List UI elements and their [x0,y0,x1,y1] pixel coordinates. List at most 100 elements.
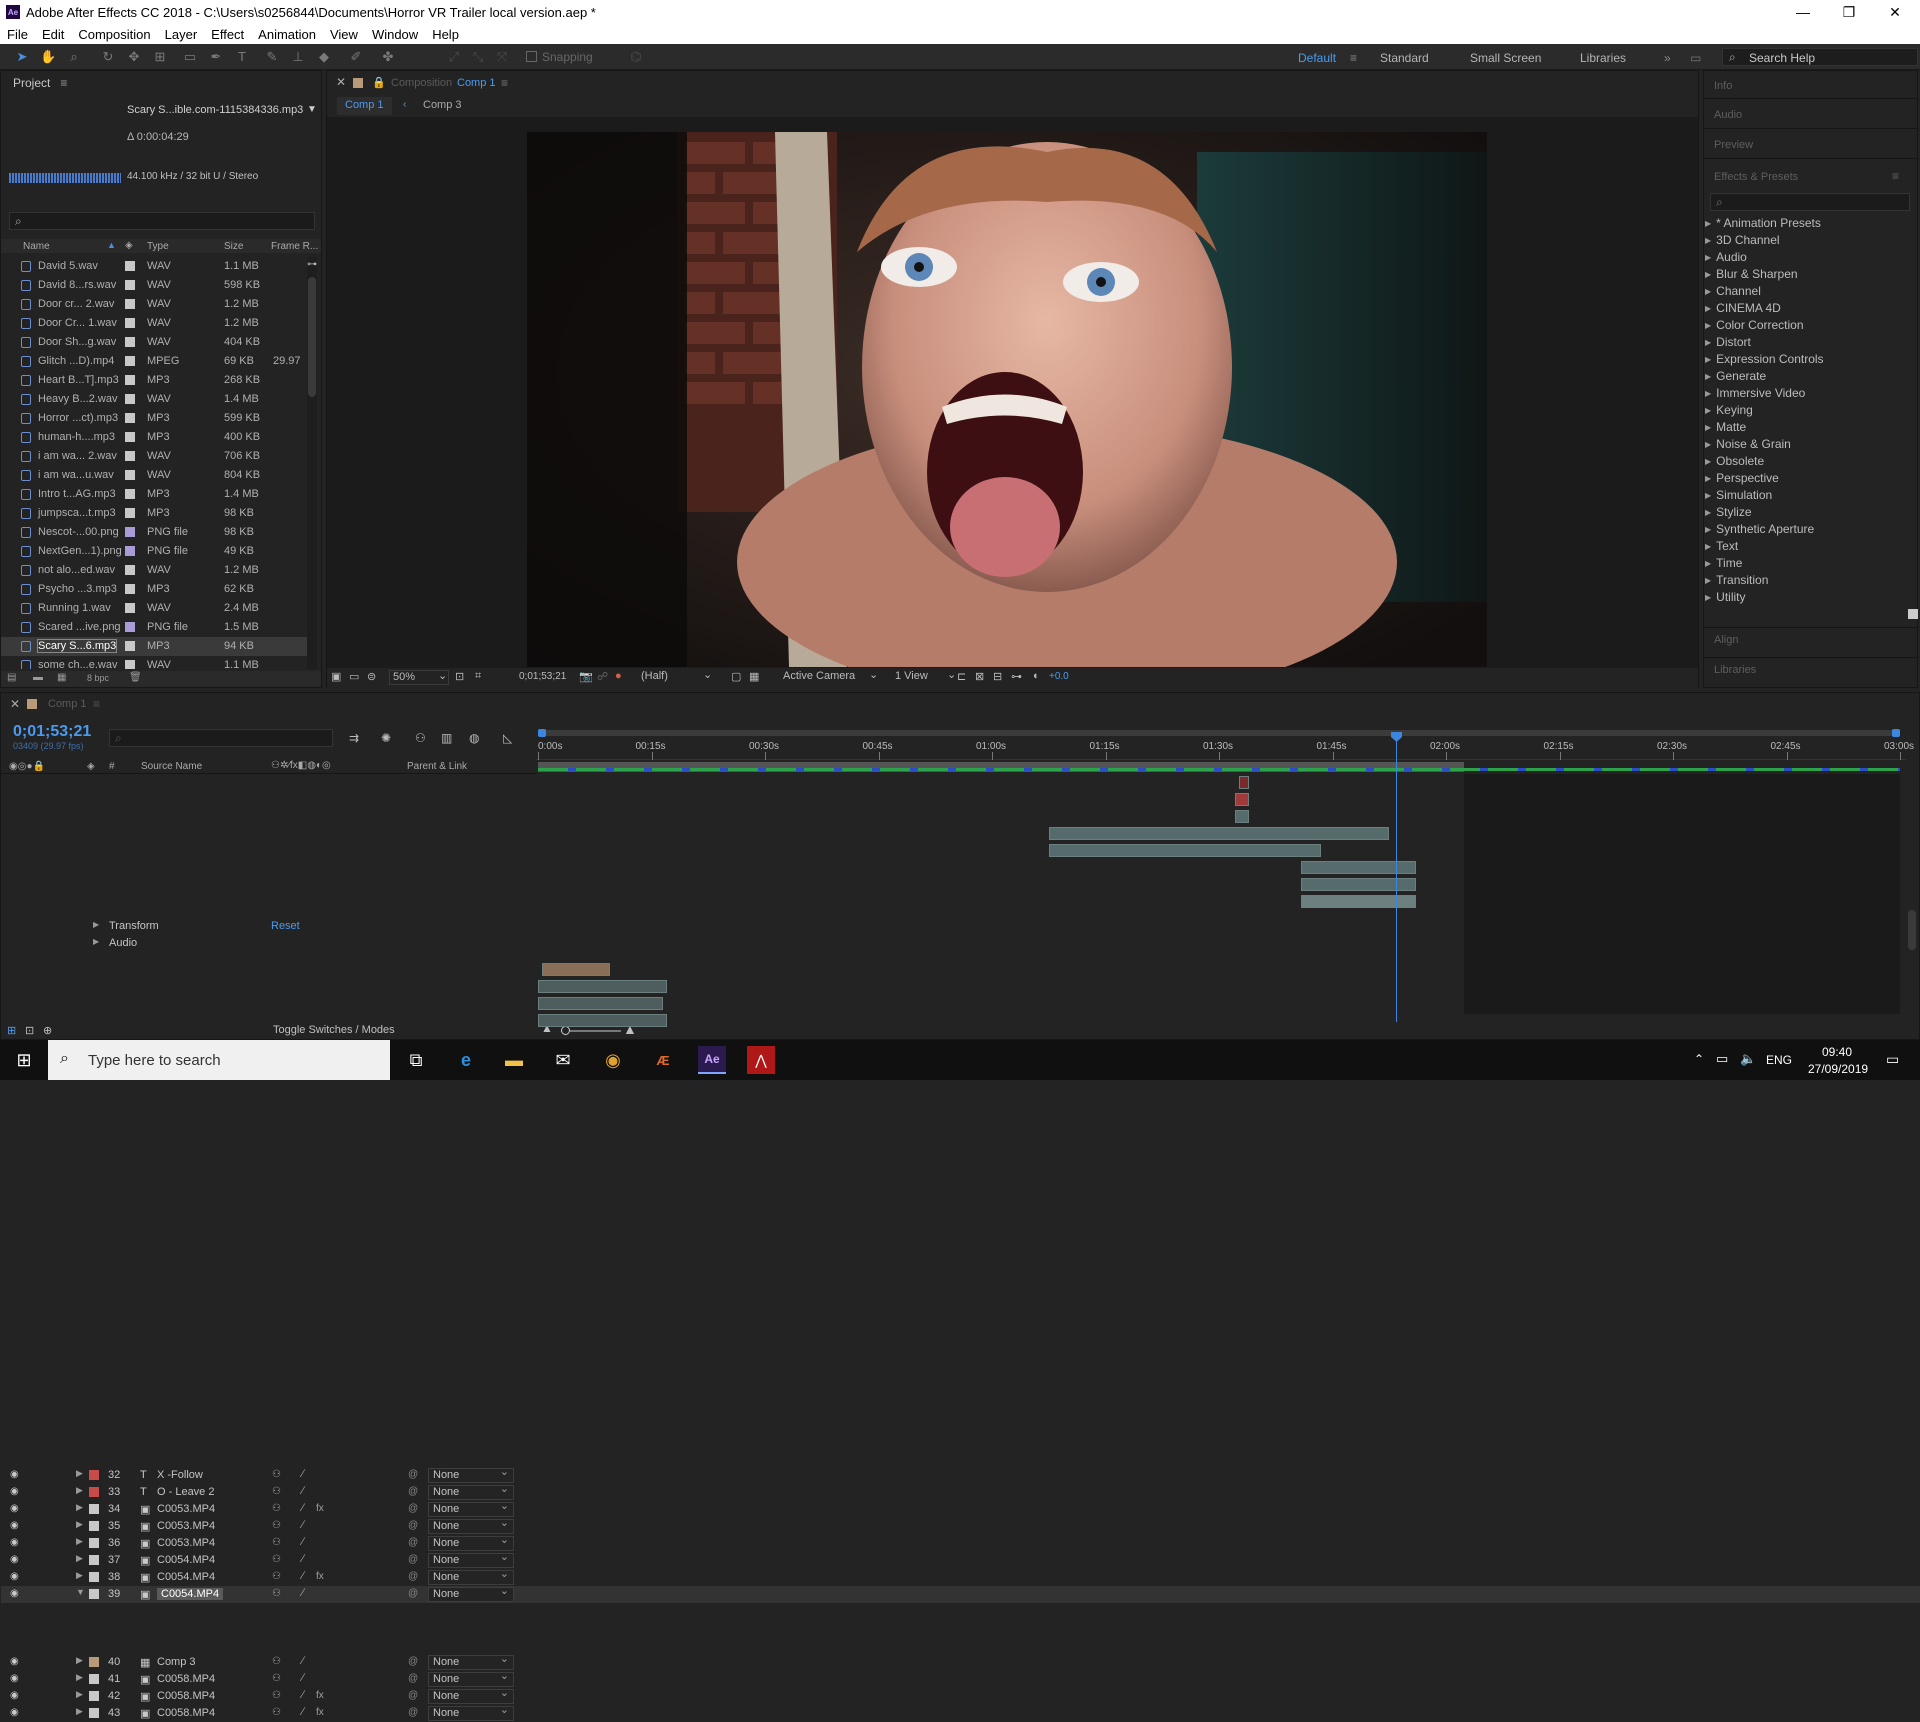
column-name[interactable]: Name [23,241,50,252]
label-swatch[interactable] [125,432,135,442]
timeline-layer-row[interactable]: ◉ ▶ 33 T O - Leave 2 ⚇ ∕ @ None [1,1483,1920,1501]
mask-visibility-icon[interactable]: ⊜ [367,670,376,683]
navigator-start-handle[interactable] [538,729,546,737]
task-view-icon[interactable]: ⧉ [402,1046,430,1074]
project-item[interactable]: Heart B...T].mp3 MP3 268 KB [1,371,307,390]
effects-category[interactable]: Simulation [1705,488,1772,502]
layer-name[interactable]: C0053.MP4 [157,1503,215,1515]
shy-switch-icon[interactable]: ⚇ [272,1707,281,1718]
type-tool-icon[interactable]: T [234,49,250,65]
layer-name[interactable]: C0058.MP4 [157,1707,215,1719]
fx-switch-icon[interactable]: fx [316,1707,324,1718]
lock-icon[interactable]: 🔒 [372,76,386,89]
transfer-controls-icon[interactable]: ⊡ [25,1024,34,1037]
rectangle-tool-icon[interactable]: ▭ [182,49,198,65]
effects-category[interactable]: Color Correction [1705,318,1803,332]
project-item[interactable]: Psycho ...3.mp3 MP3 62 KB [1,580,307,599]
effects-category[interactable]: Noise & Grain [1705,437,1791,451]
parent-select[interactable]: None [428,1534,514,1551]
chrome-icon[interactable]: ◉ [599,1046,627,1074]
project-item[interactable]: Heavy B...2.wav WAV 1.4 MB [1,390,307,409]
file-explorer-icon[interactable]: ▬ [500,1046,528,1074]
expand-arrow-icon[interactable]: ▶ [76,1570,83,1581]
workspace-libraries[interactable]: Libraries [1580,51,1626,65]
view-layout-select[interactable]: 1 View ⌄ [893,669,959,685]
workspace-standard[interactable]: Standard [1380,51,1429,65]
sort-ascending-icon[interactable]: ▲ [107,240,116,250]
av-features-icon[interactable]: ◉◎●🔒 [9,761,45,772]
label-swatch[interactable] [125,546,135,556]
label-swatch[interactable] [125,565,135,575]
fx-switch-icon[interactable]: fx [316,1690,324,1701]
graph-editor-icon[interactable]: ◺ [503,731,512,745]
composition-name[interactable]: Comp 1 [457,77,496,89]
layer-name[interactable]: C0053.MP4 [157,1537,215,1549]
quality-switch-icon[interactable]: ∕ [302,1672,304,1684]
parent-pickwhip-icon[interactable]: @ [408,1656,418,1667]
transparency-grid-icon[interactable]: ▦ [749,670,759,683]
effects-category[interactable]: CINEMA 4D [1705,301,1781,315]
snapshot-icon[interactable]: 📷 [579,670,593,683]
parent-pickwhip-icon[interactable]: @ [408,1554,418,1565]
composition-mini-flowchart-icon[interactable]: ⇉ [349,731,359,745]
shy-switch-icon[interactable]: ⚇ [272,1537,281,1548]
parent-pickwhip-icon[interactable]: @ [408,1537,418,1548]
tab-comp-3[interactable]: Comp 3 [423,99,462,111]
quality-switch-icon[interactable]: ∕ [302,1502,304,1514]
effects-category[interactable]: Distort [1705,335,1751,349]
switches-column-icons[interactable]: ⚇✲∕fx◧◍◐◎ [271,760,331,771]
chevron-up-icon[interactable]: ⌃ [1694,1052,1704,1066]
fx-switch-icon[interactable]: fx [316,1503,324,1514]
close-panel-icon[interactable]: ✕ [10,697,20,711]
quality-switch-icon[interactable]: ∕ [302,1587,304,1599]
layer-label-swatch[interactable] [89,1538,99,1548]
timeline-layer-row[interactable]: ◉ ▶ 40 ▦ Comp 3 ⚇ ∕ @ None [1,1653,1920,1671]
snapping-checkbox[interactable] [526,51,537,62]
expand-arrow-icon[interactable]: ▶ [76,1502,83,1513]
effects-category[interactable]: Perspective [1705,471,1779,485]
quality-switch-icon[interactable]: ∕ [302,1485,304,1497]
parent-select[interactable]: None [428,1551,514,1568]
effects-category[interactable]: Blur & Sharpen [1705,267,1797,281]
project-item[interactable]: not alo...ed.wav WAV 1.2 MB [1,561,307,580]
menu-file[interactable]: File [0,27,35,42]
panel-menu-icon[interactable]: ≡ [1892,169,1899,183]
label-swatch[interactable] [125,356,135,366]
viewer-timecode[interactable]: 0;01;53;21 [519,671,566,682]
layer-duration-bar[interactable] [1235,793,1249,806]
effects-category[interactable]: Time [1705,556,1742,570]
layer-name[interactable]: C0054.MP4 [157,1588,224,1600]
quality-switch-icon[interactable]: ∕ [302,1689,304,1701]
project-item[interactable]: Horror ...ct).mp3 MP3 599 KB [1,409,307,428]
label-swatch[interactable] [125,508,135,518]
project-item[interactable]: David 8...rs.wav WAV 598 KB [1,276,307,295]
search-help-field[interactable]: ⌕ Search Help [1722,48,1918,66]
label-swatch[interactable] [125,660,135,669]
layer-name[interactable]: C0058.MP4 [157,1690,215,1702]
label-swatch[interactable] [125,470,135,480]
label-swatch[interactable] [125,451,135,461]
project-item[interactable]: Nescot-...00.png PNG file 98 KB [1,523,307,542]
selection-tool-icon[interactable]: ➤ [14,49,30,65]
effects-category[interactable]: Utility [1705,590,1745,604]
parent-pickwhip-icon[interactable]: @ [408,1588,418,1599]
parent-pickwhip-icon[interactable]: @ [408,1503,418,1514]
project-item[interactable]: David 5.wav WAV 1.1 MB [1,257,307,276]
menu-layer[interactable]: Layer [158,27,205,42]
parent-select[interactable]: None [428,1653,514,1670]
rotate-tool-icon[interactable]: ↻ [100,49,116,65]
flowchart-icon[interactable]: ⊶ [307,259,317,270]
visibility-eye-icon[interactable]: ◉ [10,1588,19,1599]
layer-switches-icon[interactable]: ⊞ [7,1024,16,1037]
maximize-icon[interactable]: ❐ [1826,0,1872,24]
layer-duration-bar[interactable] [1048,844,1322,857]
layer-name[interactable]: O - Leave 2 [157,1486,214,1498]
expand-arrow-icon[interactable]: ▶ [76,1553,83,1564]
shy-switch-icon[interactable]: ⚇ [272,1503,281,1514]
menu-edit[interactable]: Edit [35,27,71,42]
layer-duration-bar[interactable] [538,1014,668,1027]
timeline-layer-row[interactable]: ◉ ▶ 32 T X -Follow ⚇ ∕ @ None [1,1466,1920,1484]
visibility-eye-icon[interactable]: ◉ [10,1673,19,1684]
parent-select[interactable]: None [428,1704,514,1721]
layer-name[interactable]: Comp 3 [157,1656,196,1668]
